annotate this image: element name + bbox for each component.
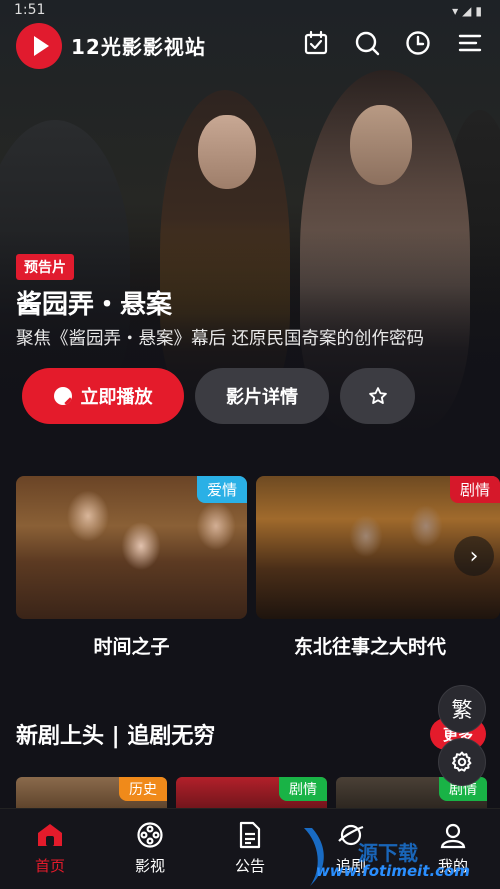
nav-announcements-label: 公告 [234, 857, 265, 875]
play-icon [53, 387, 72, 405]
hero-title: 酱园弄・悬案 [16, 290, 173, 320]
watermark-text: www.fotimeit.com [315, 862, 470, 880]
hero-tag: 预告片 [16, 254, 74, 280]
history-clock-icon[interactable] [403, 28, 433, 58]
featured-card-title[interactable]: 时间之子 [16, 632, 247, 659]
genre-badge: 历史 [119, 777, 167, 801]
app-screen: 1:51 ▾◢▮ 12光影影视站 预告片 酱园弄・悬案 聚焦《酱园弄・悬案》幕后… [0, 0, 500, 889]
film-reel-icon [137, 822, 163, 848]
hero-face [350, 105, 412, 185]
top-bar: 12光影影视站 [0, 20, 500, 69]
home-icon [38, 824, 62, 846]
carousel-next-icon[interactable]: › [454, 536, 494, 576]
calendar-check-icon[interactable] [301, 28, 331, 58]
genre-badge: 爱情 [196, 476, 247, 503]
section-title: 新剧上头 | 追剧无穷 [16, 724, 216, 749]
document-icon [239, 821, 261, 849]
play-now-button[interactable]: 立即播放 [22, 368, 184, 424]
status-time: 1:51 [14, 2, 46, 18]
nav-movies[interactable]: 影视 [115, 821, 185, 876]
site-name: 12光影影视站 [71, 35, 206, 59]
traditional-chinese-toggle[interactable]: 繁 [438, 685, 486, 733]
star-icon [368, 387, 387, 404]
play-now-label: 立即播放 [80, 387, 153, 408]
new-drama-poster[interactable]: 剧情 [176, 777, 327, 812]
movie-detail-button[interactable]: 影片详情 [195, 368, 329, 424]
nav-home-label: 首页 [34, 857, 65, 875]
logo-icon[interactable] [16, 23, 62, 69]
nav-announcements[interactable]: 公告 [215, 821, 285, 876]
featured-card-poster[interactable]: 爱情 [16, 476, 247, 619]
featured-card-title[interactable]: 东北往事之大时代 [256, 632, 484, 659]
status-icons: ▾◢▮ [452, 4, 486, 18]
favorite-button[interactable] [340, 368, 415, 424]
search-icon[interactable] [352, 28, 382, 58]
menu-icon[interactable] [455, 28, 485, 58]
genre-badge: 剧情 [449, 476, 500, 503]
genre-badge: 剧情 [279, 777, 327, 801]
hero-face [198, 115, 256, 189]
hero-subtitle: 聚焦《酱园弄・悬案》幕后 还原民国奇案的创作密码 [16, 329, 425, 349]
movie-detail-label: 影片详情 [226, 387, 298, 408]
nav-home[interactable]: 首页 [15, 821, 85, 876]
new-drama-poster[interactable]: 历史 [16, 777, 167, 812]
settings-gear-icon[interactable] [438, 738, 486, 786]
nav-movies-label: 影视 [134, 857, 165, 875]
